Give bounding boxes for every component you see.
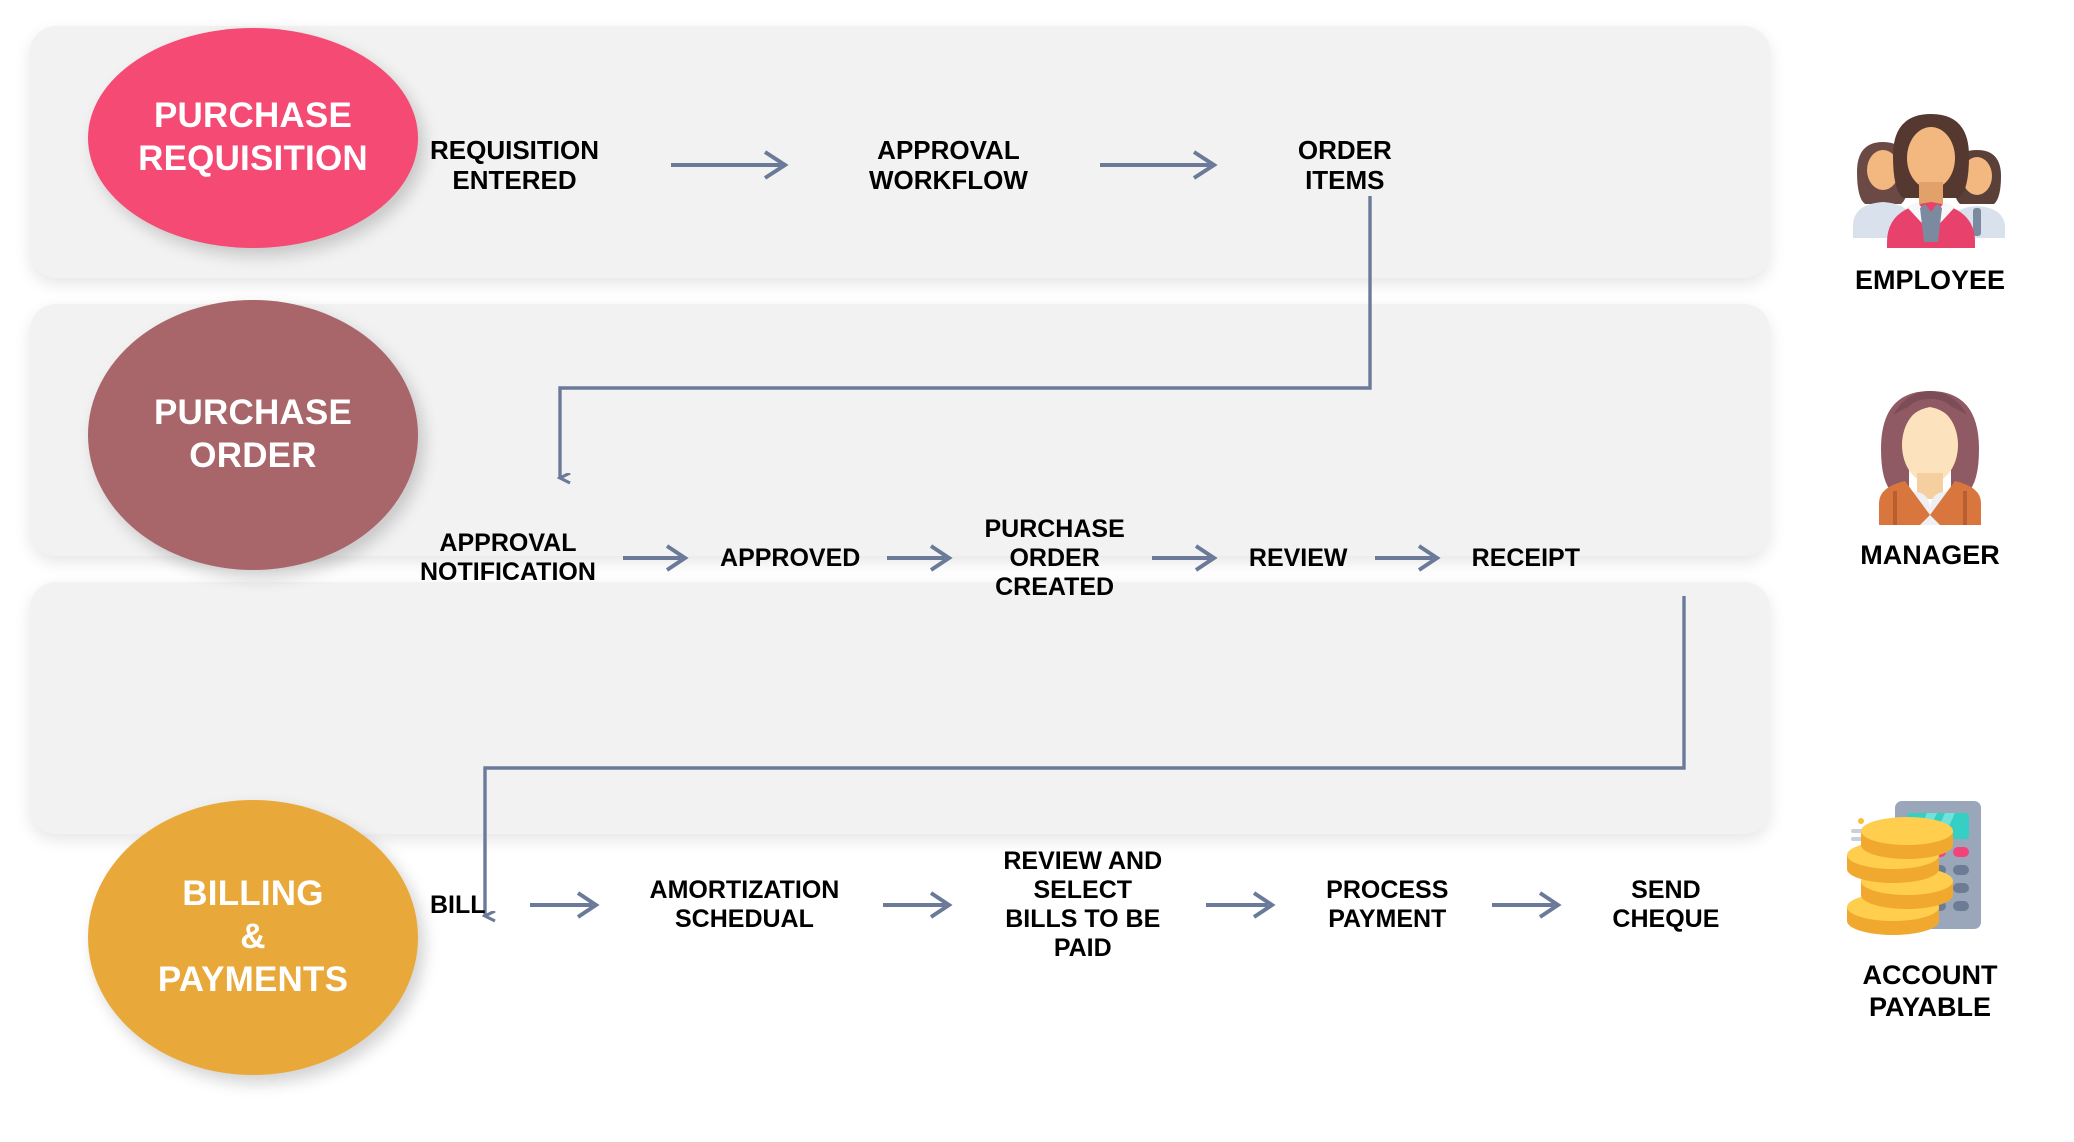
arrow-right-icon xyxy=(881,889,961,921)
businesswoman-icon xyxy=(1835,370,2025,525)
calculator-coins-icon xyxy=(1835,790,2025,945)
step-review[interactable]: REVIEW xyxy=(1249,544,1348,573)
step-purchase-order-created[interactable]: PURCHASE ORDER CREATED xyxy=(984,515,1124,602)
circle-label-line: ORDER xyxy=(189,436,317,475)
step-receipt[interactable]: RECEIPT xyxy=(1472,544,1580,573)
circle-label-line: PURCHASE xyxy=(153,393,352,433)
persona-label: ACCOUNT PAYABLE xyxy=(1862,960,1998,1023)
diagram-canvas: PURCHASE REQUISITION PURCHASE ORDER BILL… xyxy=(0,0,2074,1142)
step-row-billing-payments: BILL AMORTIZATION SCHEDUAL REVIEW AND SE… xyxy=(430,840,1720,970)
persona-account-payable: ACCOUNT PAYABLE xyxy=(1790,790,2070,1024)
persona-label: MANAGER xyxy=(1860,540,2000,570)
stage-circle-billing-payments[interactable]: BILLING & PAYMENTS xyxy=(88,800,418,1075)
step-process-payment[interactable]: PROCESS PAYMENT xyxy=(1326,876,1448,934)
step-row-purchase-order: APPROVAL NOTIFICATION APPROVED PURCHASE … xyxy=(420,508,1580,608)
panel-billing-payments xyxy=(30,582,1770,834)
step-send-cheque[interactable]: SEND CHEQUE xyxy=(1612,876,1719,934)
step-amortization-schedual[interactable]: AMORTIZATION SCHEDUAL xyxy=(650,876,840,934)
step-review-and-select-bills-to-be-paid[interactable]: REVIEW AND SELECT BILLS TO BE PAID xyxy=(1003,847,1162,963)
arrow-right-icon xyxy=(885,542,959,574)
step-row-purchase-requisition: REQUISITION ENTERED APPROVAL WORKFLOW OR… xyxy=(430,120,1510,210)
persona-label: EMPLOYEE xyxy=(1854,265,2006,295)
circle-label-line: & xyxy=(240,917,266,957)
step-approved[interactable]: APPROVED xyxy=(720,544,860,573)
step-approval-workflow[interactable]: APPROVAL WORKFLOW xyxy=(869,135,1028,195)
circle-label-line: PAYMENTS xyxy=(157,959,349,999)
arrow-right-icon xyxy=(621,542,695,574)
arrow-right-icon xyxy=(1150,542,1224,574)
circle-label-line: BILLING xyxy=(182,874,324,914)
step-approval-notification[interactable]: APPROVAL NOTIFICATION xyxy=(420,529,596,587)
arrow-right-icon xyxy=(669,148,799,182)
step-bill[interactable]: BILL xyxy=(430,891,486,920)
arrow-right-icon xyxy=(1098,148,1228,182)
circle-label-line: PURCHASE xyxy=(153,96,352,136)
people-group-icon xyxy=(1835,95,2025,250)
persona-employee: EMPLOYEE xyxy=(1790,95,2070,296)
persona-manager: MANAGER xyxy=(1790,370,2070,571)
step-requisition-entered[interactable]: REQUISITION ENTERED xyxy=(430,135,599,195)
stage-circle-purchase-order[interactable]: PURCHASE ORDER xyxy=(88,300,418,570)
stage-circle-purchase-requisition[interactable]: PURCHASE REQUISITION xyxy=(88,28,418,248)
arrow-right-icon xyxy=(1373,542,1447,574)
arrow-right-icon xyxy=(1490,889,1570,921)
arrow-right-icon xyxy=(1204,889,1284,921)
arrow-right-icon xyxy=(528,889,608,921)
circle-label-line: REQUISITION xyxy=(138,139,368,178)
step-order-items[interactable]: ORDER ITEMS xyxy=(1298,135,1392,195)
